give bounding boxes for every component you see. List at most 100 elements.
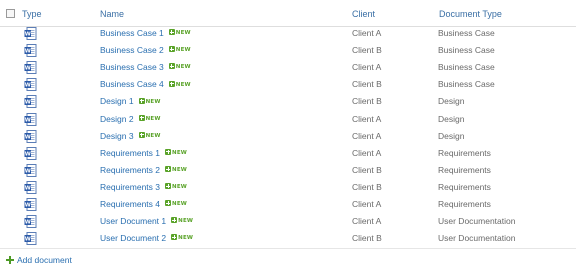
document-type-cell: Business Case [438,62,495,73]
client-cell: Client A [352,199,382,209]
document-name-link[interactable]: Business Case 1 NEW [100,28,191,39]
client-cell: Client B [352,45,382,56]
document-name-link[interactable]: Requirements 4 NEW [100,199,187,210]
new-plus-icon [171,234,178,241]
document-name-link[interactable]: Requirements 3 NEW [100,182,187,193]
new-plus-icon [171,217,178,224]
table-row[interactable]: W Business Case 1 NEW Client A Business Case [0,25,576,42]
new-badge: NEW [168,63,191,70]
document-name-link[interactable]: User Document 2 NEW [100,233,193,244]
svg-text:W: W [25,134,31,140]
document-name-link[interactable]: Business Case 4 NEW [100,79,191,90]
svg-text:W: W [25,185,31,191]
word-document-icon[interactable]: W [24,232,37,246]
document-type-cell: Requirements [438,199,491,209]
word-document-icon[interactable]: W [24,44,37,58]
list-header: Type Name Client Document Type [0,0,576,27]
new-badge: NEW [165,200,187,207]
new-badge: NEW [168,29,191,36]
add-document-label: Add document [17,255,72,265]
word-document-icon[interactable]: W [24,129,37,143]
add-icon [6,256,14,264]
document-type-cell: Requirements [438,147,491,158]
svg-text:W: W [25,83,31,89]
client-cell: Client A [352,113,382,124]
table-row[interactable]: W Requirements 3 NEW Client B Requirements [0,179,576,196]
client-cell: Client B [352,96,382,107]
document-name-link[interactable]: Design 2 NEW [100,114,160,125]
document-name-link[interactable]: Requirements 2 NEW [100,165,187,176]
word-document-icon[interactable]: W [24,163,37,177]
svg-text:W: W [25,151,31,157]
new-plus-icon [165,166,172,173]
client-cell: Client B [352,79,382,90]
select-all-checkbox[interactable] [6,9,15,18]
word-document-icon[interactable]: W [24,215,37,229]
new-plus-icon [138,97,145,104]
column-header-type[interactable]: Type [22,9,42,19]
word-document-icon[interactable]: W [24,27,37,40]
client-cell: Client A [352,147,382,158]
table-row[interactable]: W Design 1 NEW Client B Design [0,93,576,110]
table-row[interactable]: W Business Case 3 NEW Client A Business Case [0,59,576,76]
client-cell: Client B [352,181,382,192]
table-row[interactable]: W User Document 1 NEW Client A User Document… [0,213,576,230]
new-badge: NEW [168,46,191,53]
client-cell: Client A [352,62,382,73]
document-type-cell: Requirements [438,164,491,175]
client-cell: Client A [352,28,382,38]
column-header-client[interactable]: Client [352,9,375,19]
add-document-link[interactable]: Add document [6,255,72,265]
word-document-icon[interactable]: W [24,146,37,160]
document-name-link[interactable]: Requirements 1 NEW [100,148,187,159]
svg-text:W: W [25,32,31,38]
new-plus-icon [168,29,175,36]
new-badge: NEW [171,217,193,224]
svg-text:W: W [25,49,31,55]
word-document-icon[interactable]: W [24,78,37,92]
document-name-link[interactable]: Design 1 NEW [100,96,160,107]
document-name-link[interactable]: User Document 1 NEW [100,216,193,227]
svg-text:W: W [25,203,31,209]
document-type-cell: Business Case [438,45,495,56]
word-document-icon[interactable]: W [24,61,37,75]
table-row[interactable]: W Design 3 NEW Client A Design [0,128,576,145]
new-badge: NEW [138,114,160,122]
new-badge: NEW [171,234,193,241]
table-row[interactable]: W Requirements 1 NEW Client A Requirements [0,145,576,162]
document-name-link[interactable]: Business Case 3 NEW [100,62,191,73]
svg-text:W: W [25,117,31,123]
svg-text:W: W [25,220,31,226]
document-type-cell: Design [438,113,465,124]
document-name-link[interactable]: Design 3 NEW [100,131,160,142]
table-row[interactable]: W User Document 2 NEW Client B User Document… [0,230,576,247]
word-document-icon[interactable]: W [24,180,37,194]
svg-text:W: W [25,66,31,72]
new-plus-icon [165,148,172,155]
new-badge: NEW [138,97,160,105]
new-badge: NEW [168,80,191,88]
new-plus-icon [168,46,175,53]
word-document-icon[interactable]: W [24,95,37,109]
new-badge: NEW [165,166,187,173]
svg-text:W: W [25,100,31,106]
document-type-cell: Business Case [438,28,495,38]
new-plus-icon [138,114,145,121]
document-name-link[interactable]: Business Case 2 NEW [100,45,191,56]
client-cell: Client A [352,130,382,141]
new-badge: NEW [165,148,187,156]
table-row[interactable]: W Requirements 2 NEW Client B Requirements [0,162,576,179]
new-plus-icon [165,183,172,190]
column-header-document-type[interactable]: Document Type [439,9,502,19]
table-row[interactable]: W Design 2 NEW Client A Design [0,111,576,128]
word-document-icon[interactable]: W [24,112,37,126]
document-type-cell: User Documentation [438,216,516,227]
word-document-icon[interactable]: W [24,198,37,211]
table-row[interactable]: W Business Case 2 NEW Client B Business Case [0,42,576,59]
list-footer: Add document [0,248,576,266]
client-cell: Client B [352,233,382,244]
table-row[interactable]: W Business Case 4 NEW Client B Business Case [0,76,576,93]
column-header-name[interactable]: Name [100,9,124,19]
client-cell: Client B [352,164,382,175]
table-row[interactable]: W Requirements 4 NEW Client A Requirements [0,196,576,213]
